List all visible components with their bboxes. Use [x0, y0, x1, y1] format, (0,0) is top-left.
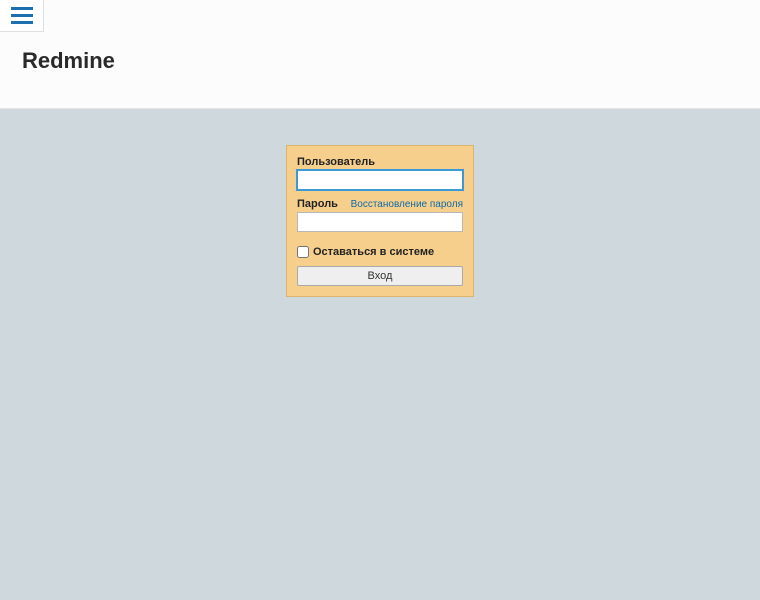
remember-checkbox[interactable]	[297, 246, 309, 258]
login-area: Пользователь Пароль Восстановление парол…	[0, 109, 760, 297]
login-form: Пользователь Пароль Восстановление парол…	[286, 145, 474, 297]
menu-button[interactable]	[0, 0, 44, 32]
password-row-head: Пароль Восстановление пароля	[297, 198, 463, 210]
hamburger-icon	[11, 7, 33, 25]
header: Redmine	[0, 0, 760, 109]
password-label: Пароль	[297, 198, 338, 210]
lost-password-link[interactable]: Восстановление пароля	[351, 199, 463, 210]
password-input[interactable]	[297, 212, 463, 232]
app-title: Redmine	[22, 48, 115, 74]
login-button[interactable]: Вход	[297, 266, 463, 286]
remember-label: Оставаться в системе	[313, 246, 434, 258]
username-label: Пользователь	[297, 156, 463, 168]
username-input[interactable]	[297, 170, 463, 190]
remember-row: Оставаться в системе	[297, 246, 463, 258]
